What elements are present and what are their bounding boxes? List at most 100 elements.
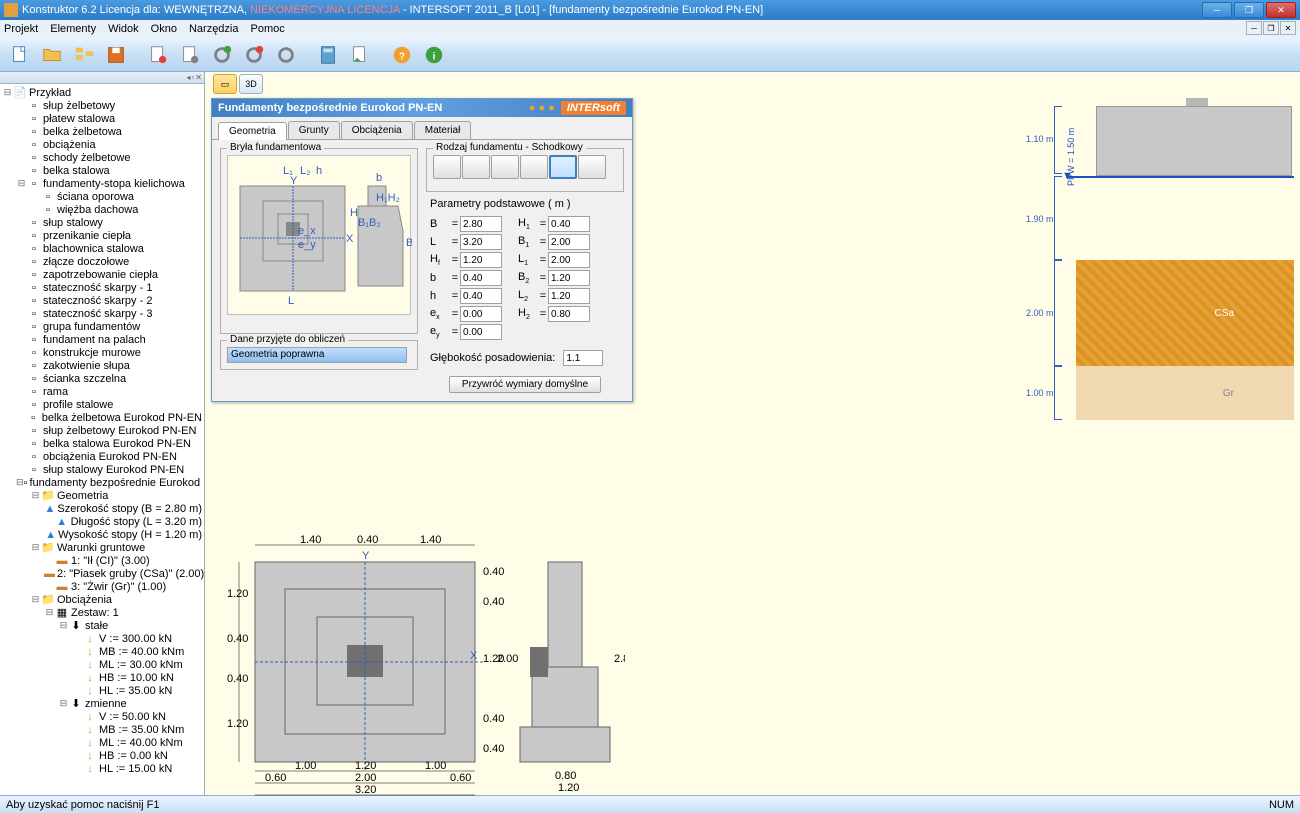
tree-item[interactable]: schody żelbetowe: [43, 152, 130, 164]
type-btn-3[interactable]: [491, 155, 519, 179]
tree-close-icon[interactable]: ✕: [195, 73, 202, 82]
tree-item[interactable]: ML := 40.00 kNm: [99, 737, 183, 749]
tree-zmienne[interactable]: zmienne: [85, 698, 127, 710]
info-icon[interactable]: i: [420, 41, 448, 69]
tree-item[interactable]: słup stalowy: [43, 217, 103, 229]
gear-plus-icon[interactable]: [208, 41, 236, 69]
tree-zestaw[interactable]: Zestaw: 1: [71, 607, 119, 619]
tree-item[interactable]: ML := 30.00 kNm: [99, 659, 183, 671]
tree-item[interactable]: belka żelbetowa: [43, 126, 122, 138]
tree-item[interactable]: przenikanie ciepła: [43, 230, 131, 242]
tree-item[interactable]: profile stalowe: [43, 399, 113, 411]
tree-obciazenia[interactable]: Obciążenia: [57, 594, 112, 606]
tree-item[interactable]: belka stalowa Eurokod PN-EN: [43, 438, 191, 450]
maximize-button[interactable]: ❐: [1234, 2, 1264, 18]
input-H2[interactable]: [548, 306, 590, 322]
tree-item[interactable]: obciążenia: [43, 139, 96, 151]
tree-item[interactable]: 2: "Piasek gruby (CSa)" (2.00): [57, 568, 204, 580]
input-B2[interactable]: [548, 270, 590, 286]
gear-minus-icon[interactable]: [240, 41, 268, 69]
input-L[interactable]: [460, 234, 502, 250]
tree-item[interactable]: słup żelbetowy: [43, 100, 115, 112]
tree-item[interactable]: płatew stalowa: [43, 113, 115, 125]
view-2d-button[interactable]: ▭: [213, 74, 237, 94]
tab-grunty[interactable]: Grunty: [288, 121, 340, 139]
save-icon[interactable]: [102, 41, 130, 69]
tree-stale[interactable]: stałe: [85, 620, 108, 632]
tree-item[interactable]: HL := 35.00 kN: [99, 685, 172, 697]
tree-item[interactable]: konstrukcje murowe: [43, 347, 141, 359]
type-btn-6[interactable]: [578, 155, 606, 179]
tree-item[interactable]: V := 300.00 kN: [99, 633, 172, 645]
dialog-title-bar[interactable]: Fundamenty bezpośrednie Eurokod PN-EN ● …: [212, 99, 632, 117]
tree-item[interactable]: stateczność skarpy - 3: [43, 308, 152, 320]
input-ex[interactable]: [460, 306, 502, 322]
menu-projekt[interactable]: Projekt: [4, 23, 38, 35]
tree-geometria[interactable]: Geometria: [57, 490, 108, 502]
page-red-icon[interactable]: [144, 41, 172, 69]
tree-item[interactable]: fundamenty-stopa kielichowa: [43, 178, 185, 190]
tree-body[interactable]: ⊟📄Przykład ▫słup żelbetowy▫płatew stalow…: [0, 84, 204, 795]
pin-icon[interactable]: ◂: [186, 73, 190, 82]
tree-item[interactable]: fundamenty bezpośrednie Eurokod PN-EN: [29, 477, 204, 489]
tree-item[interactable]: stateczność skarpy - 2: [43, 295, 152, 307]
menu-okno[interactable]: Okno: [151, 23, 177, 35]
type-btn-2[interactable]: [462, 155, 490, 179]
tree-item[interactable]: słup stalowy Eurokod PN-EN: [43, 464, 184, 476]
restore-defaults-button[interactable]: Przywróć wymiary domyślne: [449, 376, 601, 393]
input-b[interactable]: [460, 270, 502, 286]
input-ey[interactable]: [460, 324, 502, 340]
tree-item[interactable]: V := 50.00 kN: [99, 711, 166, 723]
dock-icon[interactable]: ▫: [191, 73, 194, 82]
type-btn-5[interactable]: [549, 155, 577, 179]
tree-item[interactable]: blachownica stalowa: [43, 243, 144, 255]
tab-material[interactable]: Materiał: [414, 121, 472, 139]
tree-item[interactable]: MB := 40.00 kNm: [99, 646, 184, 658]
new-file-icon[interactable]: [6, 41, 34, 69]
tree-item[interactable]: grupa fundamentów: [43, 321, 140, 333]
type-btn-1[interactable]: [433, 155, 461, 179]
tree-item[interactable]: 1: "Ił (CI)" (3.00): [71, 555, 150, 567]
view-3d-button[interactable]: 3D: [239, 74, 263, 94]
tree-item[interactable]: słup żelbetowy Eurokod PN-EN: [43, 425, 196, 437]
tree-item[interactable]: złącze doczołowe: [43, 256, 129, 268]
input-Hf[interactable]: [460, 252, 502, 268]
tree-warunki[interactable]: Warunki gruntowe: [57, 542, 145, 554]
tree-item[interactable]: ścianka szczelna: [43, 373, 126, 385]
tree-item[interactable]: MB := 35.00 kNm: [99, 724, 184, 736]
open-folder-icon[interactable]: [38, 41, 66, 69]
tree-item[interactable]: obciążenia Eurokod PN-EN: [43, 451, 177, 463]
mdi-min[interactable]: ─: [1246, 21, 1262, 35]
minimize-button[interactable]: ─: [1202, 2, 1232, 18]
tree-item[interactable]: fundament na palach: [43, 334, 146, 346]
type-btn-4[interactable]: [520, 155, 548, 179]
tree-item[interactable]: 3: "Żwir (Gr)" (1.00): [71, 581, 166, 593]
menu-elementy[interactable]: Elementy: [50, 23, 96, 35]
calculator-icon[interactable]: [314, 41, 342, 69]
mdi-restore[interactable]: ❐: [1263, 21, 1279, 35]
page-gear-icon[interactable]: [176, 41, 204, 69]
input-H1[interactable]: [548, 216, 590, 232]
menu-narzedzia[interactable]: Narzędzia: [189, 23, 239, 35]
tree-item[interactable]: Wysokość stopy (H = 1.20 m): [58, 529, 202, 541]
tree-item[interactable]: stateczność skarpy - 1: [43, 282, 152, 294]
tree-item[interactable]: HB := 0.00 kN: [99, 750, 168, 762]
input-B[interactable]: [460, 216, 502, 232]
tab-geometria[interactable]: Geometria: [218, 122, 287, 140]
input-depth[interactable]: [563, 350, 603, 366]
menu-pomoc[interactable]: Pomoc: [251, 23, 285, 35]
close-button[interactable]: ✕: [1266, 2, 1296, 18]
folder-tree-icon[interactable]: [70, 41, 98, 69]
tree-item[interactable]: ściana oporowa: [57, 191, 134, 203]
menu-widok[interactable]: Widok: [108, 23, 139, 35]
input-B1[interactable]: [548, 234, 590, 250]
mdi-close[interactable]: ✕: [1280, 21, 1296, 35]
input-h[interactable]: [460, 288, 502, 304]
tree-item[interactable]: HL := 15.00 kN: [99, 763, 172, 775]
tree-item[interactable]: HB := 10.00 kN: [99, 672, 174, 684]
report-icon[interactable]: [346, 41, 374, 69]
input-L2[interactable]: [548, 288, 590, 304]
tree-root[interactable]: Przykład: [29, 87, 71, 99]
tree-item[interactable]: zapotrzebowanie ciepła: [43, 269, 158, 281]
tree-item[interactable]: zakotwienie słupa: [43, 360, 130, 372]
